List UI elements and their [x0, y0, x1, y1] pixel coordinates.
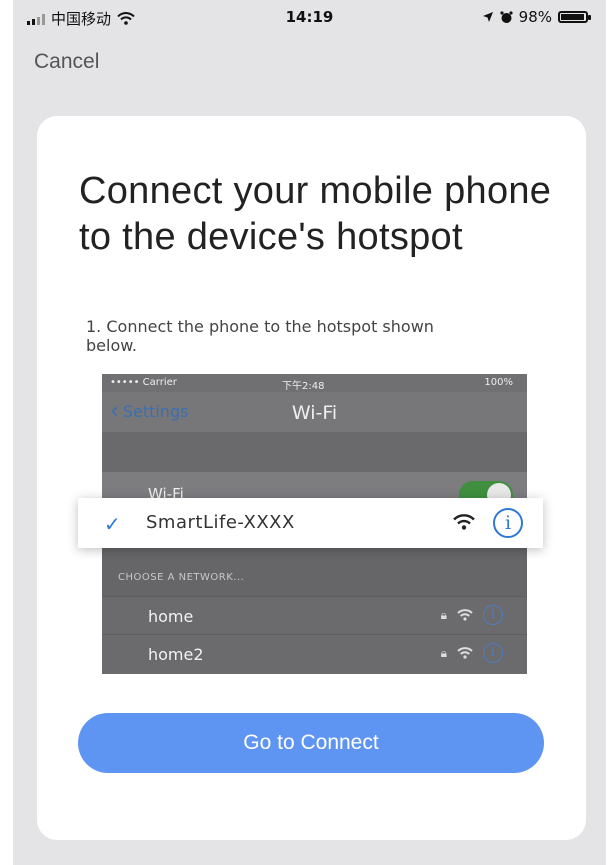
lock-icon: 🔒︎: [440, 645, 447, 660]
info-icon: i: [483, 605, 503, 625]
wifi-icon: [457, 647, 473, 659]
illustration-network-row: home2 🔒︎ i: [102, 634, 527, 673]
network-icons: 🔒︎ i: [441, 605, 503, 625]
wifi-icon: [453, 514, 475, 530]
illustration-nav-bar: ‹ Settings Wi-Fi: [102, 392, 527, 432]
info-icon: i: [493, 508, 523, 538]
alarm-clock-icon: [500, 10, 513, 23]
phone-screen: 中国移动 14:19 98% Cancel Connect your mobil…: [13, 0, 606, 865]
network-name: home: [148, 607, 194, 626]
wifi-icon: [457, 609, 473, 621]
cancel-button[interactable]: Cancel: [34, 50, 99, 74]
page-title: Connect your mobile phone to the device'…: [79, 170, 552, 258]
status-bar: 中国移动 14:19 98%: [13, 0, 606, 36]
battery-percent: 98%: [518, 8, 552, 26]
lock-icon: 🔒︎: [440, 607, 447, 622]
go-to-connect-button[interactable]: Go to Connect: [78, 713, 544, 773]
network-name: home2: [148, 645, 204, 664]
illustration-section-header: CHOOSE A NETWORK...: [118, 572, 245, 583]
illustration-nav-title: Wi-Fi: [291, 402, 338, 424]
battery-icon: [558, 11, 591, 23]
illustration-battery: 100%: [484, 377, 513, 388]
checkmark-icon: ✓: [104, 512, 121, 536]
location-arrow-icon: [482, 12, 493, 22]
network-icons: 🔒︎ i: [441, 643, 503, 663]
status-right: 98%: [482, 8, 591, 26]
illustration-status-bar: ••••• Carrier 下午2:48 100%: [102, 374, 527, 392]
highlighted-hotspot-row: ✓ SmartLife-XXXX i: [78, 498, 543, 548]
illustration-network-row: home 🔒︎ i: [102, 596, 527, 635]
illustration-time: 下午2:48: [282, 381, 325, 392]
illustration-carrier: ••••• Carrier: [110, 377, 177, 388]
step-instruction: 1. Connect the phone to the hotspot show…: [86, 317, 434, 355]
instruction-card: Connect your mobile phone to the device'…: [37, 116, 586, 840]
illustration-spacer: [102, 432, 527, 472]
info-icon: i: [483, 643, 503, 663]
hotspot-name: SmartLife-XXXX: [146, 512, 295, 533]
